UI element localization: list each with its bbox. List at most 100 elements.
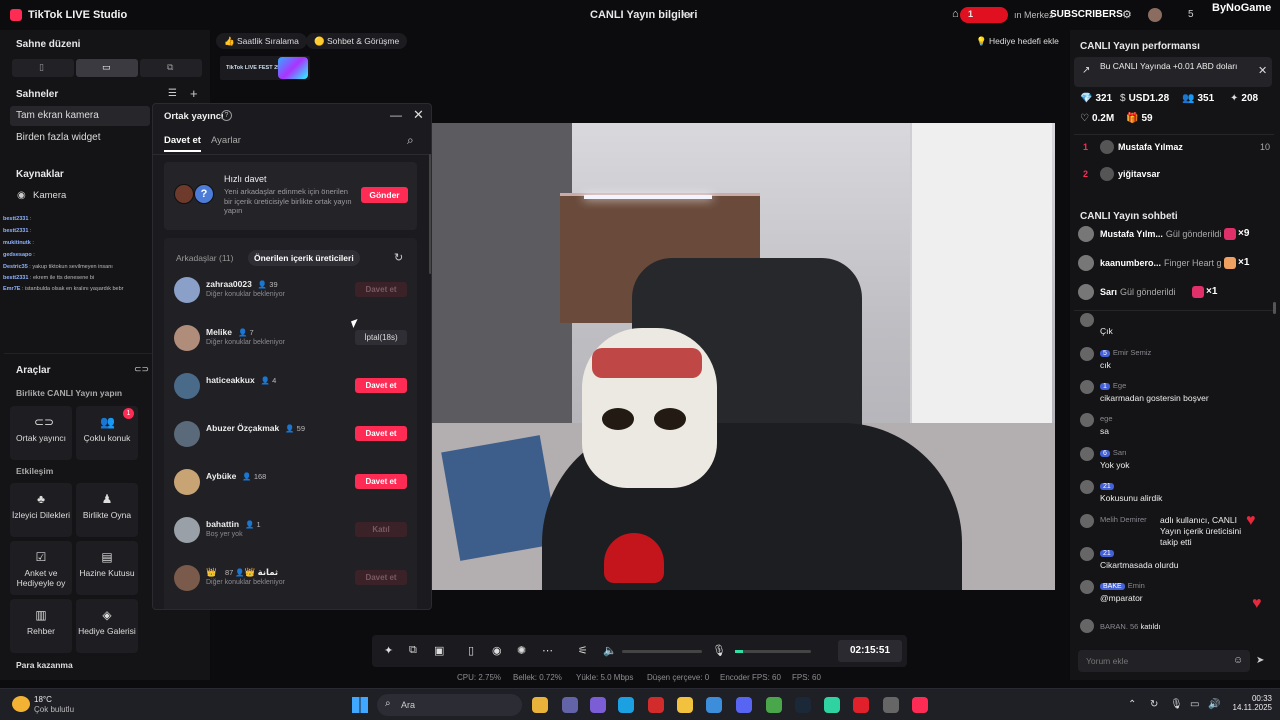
tab-invite[interactable]: Davet et (164, 135, 201, 152)
heart-icon: ♥ (1246, 512, 1256, 529)
volume-slider[interactable] (622, 650, 702, 653)
send-icon[interactable]: ➤ (1256, 655, 1264, 666)
search-icon[interactable]: ⌕ (407, 133, 414, 148)
emoji-icon[interactable]: ☺ (1233, 655, 1243, 666)
heart-icon: ♥ (1252, 595, 1262, 612)
scene-list-icon[interactable]: ☰ (168, 88, 177, 99)
hourly-ranking-chip[interactable]: 👍 Saatlik Sıralama (216, 33, 307, 49)
chat-scrollbar[interactable] (1273, 302, 1276, 314)
user-avatar[interactable] (1148, 8, 1162, 22)
weather-widget[interactable]: 18°C Çok bulutlu (12, 693, 112, 717)
chrome-alt-icon[interactable] (766, 697, 782, 713)
speaker-icon[interactable]: 🔈 (603, 644, 617, 657)
scene-item[interactable]: Tam ekran kamera (10, 106, 150, 126)
mic-level-meter[interactable] (735, 650, 811, 653)
invite-button[interactable]: Davet et (355, 474, 407, 489)
send-button[interactable]: Gönder (361, 187, 408, 203)
tab-suggested[interactable]: Önerilen içerik üreticileri (248, 250, 360, 266)
guide-button[interactable]: ▥ Rehber (10, 599, 72, 653)
tray-chevron-icon[interactable]: ⌃ (1128, 699, 1136, 710)
memory-usage: Bellek: 0.72% (513, 673, 562, 682)
upload-speed: Yükle: 5.0 Mbps (576, 673, 634, 682)
ranking-row[interactable]: 2 yiğitavsar (1080, 165, 1270, 185)
windows-start-icon[interactable] (352, 697, 368, 713)
notification-badge: 1 (123, 408, 134, 419)
layout-portrait-button[interactable]: ▯ (12, 59, 74, 77)
multi-guest-tool-button[interactable]: 1 👥 Çoklu konuk (76, 406, 138, 460)
play-together-button[interactable]: ♟ Birlikte Oyna (76, 483, 138, 537)
level-badge: 6 (1100, 450, 1110, 457)
tray-app-icon[interactable]: ↻ (1150, 699, 1158, 710)
add-scene-icon[interactable]: + (190, 86, 198, 101)
invite-button[interactable]: Davet et (355, 378, 407, 393)
store-icon[interactable] (706, 697, 722, 713)
stat-likes: ♡ 0.2M (1080, 113, 1115, 124)
minimize-icon[interactable]: — (390, 108, 402, 122)
effects-icon[interactable]: ✺ (517, 644, 526, 657)
layout-other-button[interactable]: ⧉ (140, 59, 202, 77)
poll-button[interactable]: ☑ Anket ve Hediyeyle oy (10, 541, 72, 595)
invite-button[interactable]: Davet et (355, 570, 407, 585)
home-icon[interactable]: ⌂ (952, 8, 959, 20)
window-icon[interactable]: ▣ (434, 644, 444, 657)
refresh-icon[interactable]: ↻ (394, 251, 403, 264)
close-icon[interactable]: ✕ (413, 107, 424, 123)
gift-gallery-button[interactable]: ◈ Hediye Galerisi (76, 599, 138, 653)
popup-scrollbar[interactable] (429, 154, 431, 274)
chat-title: CANLI Yayın sohbeti (1080, 211, 1178, 222)
gift-gallery-icon: ◈ (102, 608, 112, 622)
network-icon[interactable]: ▭ (1190, 699, 1199, 710)
steam-icon[interactable] (795, 697, 811, 713)
settings-gear-icon[interactable]: ⚙ (1122, 8, 1132, 21)
scene-item[interactable]: Birden fazla widget (10, 128, 150, 148)
taskbar-search[interactable]: ⌕ Ara (377, 694, 522, 716)
discord-icon[interactable] (736, 697, 752, 713)
friend-avatar (174, 373, 200, 399)
app-icon[interactable] (824, 697, 840, 713)
invite-button[interactable]: Davet et (355, 282, 407, 297)
play-icon: ♟ (101, 492, 113, 506)
tray-mic-icon[interactable]: 🎙 (1170, 699, 1183, 710)
taskbar-clock[interactable]: 00:33 14.11.2025 (1228, 694, 1272, 712)
invite-button[interactable]: Katıl (355, 522, 407, 537)
mixer-icon[interactable]: ⚟ (578, 644, 588, 657)
chrome-icon[interactable] (532, 697, 548, 713)
friends-list-card: Arkadaşlar (11) Önerilen içerik üreticil… (164, 238, 417, 609)
tab-settings[interactable]: Ayarlar (211, 135, 241, 146)
explorer-icon[interactable] (677, 697, 693, 713)
edge-icon[interactable] (618, 697, 634, 713)
help-icon[interactable]: ? (221, 110, 232, 121)
microphone-icon[interactable]: 🎙 (712, 644, 726, 657)
title-bar: TikTok LIVE Studio CANLI Yayın bilgileri… (0, 0, 1280, 30)
obs-icon[interactable] (883, 697, 899, 713)
source-camera[interactable]: Kamera (33, 190, 66, 201)
share-icon[interactable]: ↪ (682, 8, 692, 22)
invite-button[interactable]: İptal(18s) (355, 330, 407, 345)
more-icon[interactable]: ⋯ (542, 644, 553, 657)
friend-status: Boş yer yok (206, 531, 243, 538)
opera-icon[interactable] (648, 697, 664, 713)
close-icon[interactable]: ✕ (1258, 64, 1267, 77)
ranking-row[interactable]: 1 Mustafa Yılmaz 10 (1080, 138, 1270, 158)
tab-friends[interactable]: Arkadaşlar (11) (170, 250, 239, 266)
dropped-frames: Düşen çerçeve: 0 (647, 673, 710, 682)
tiktok-live-studio-icon[interactable] (912, 697, 928, 713)
magic-wand-icon[interactable]: ✦ (384, 644, 393, 657)
volume-icon[interactable]: 🔊 (1208, 699, 1220, 710)
layout-landscape-button[interactable]: ▭ (76, 59, 138, 77)
phone-icon[interactable]: ▯ (468, 644, 474, 657)
level-badge: 21 (1100, 483, 1114, 490)
record-icon[interactable]: ◉ (492, 644, 502, 657)
viewer-wishes-button[interactable]: ♣ İzleyici Dilekleri (10, 483, 72, 537)
youtube-icon[interactable] (853, 697, 869, 713)
teams-alt-icon[interactable] (590, 697, 606, 713)
popup-title: Ortak yayıncı (164, 111, 224, 122)
gift-goal-chip[interactable]: 💡 Hediye hedefi ekle (968, 33, 1067, 49)
invite-button[interactable]: Davet et (355, 426, 407, 441)
cohost-tool-button[interactable]: ⊂⊃ Ortak yayıncı (10, 406, 72, 460)
treasure-box-button[interactable]: ▤ Hazine Kutusu (76, 541, 138, 595)
teams-icon[interactable] (562, 697, 578, 713)
screen-add-icon[interactable]: ⧉ (409, 644, 417, 657)
comment-input[interactable] (1078, 650, 1228, 672)
chat-chip[interactable]: 🟡 Sohbet & Görüşme (306, 33, 408, 49)
